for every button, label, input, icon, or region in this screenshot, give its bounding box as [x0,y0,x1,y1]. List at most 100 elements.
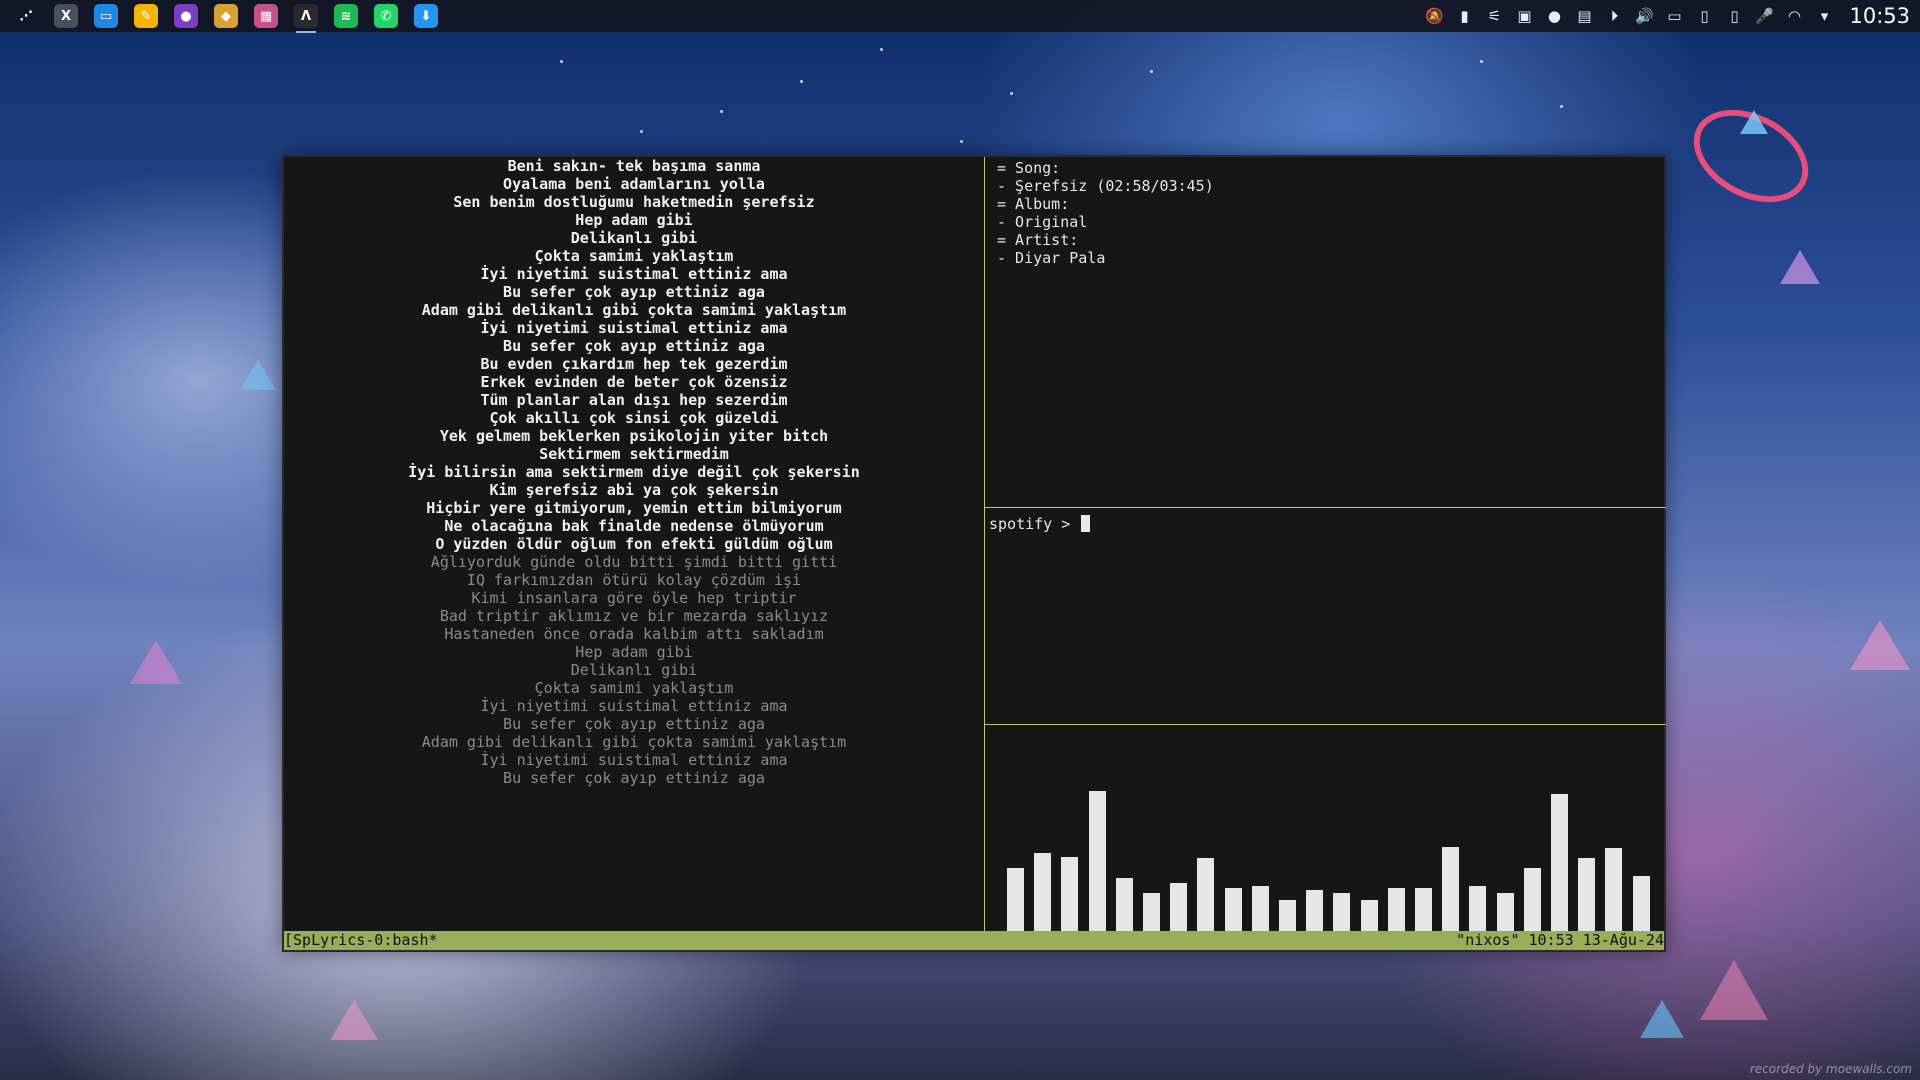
bluetooth-icon[interactable]: ⚟ [1484,6,1504,26]
tmux-status-bar: [SpLyrics-0:bash* "nixos" 10:53 13-Ağu-2… [284,931,1664,950]
media-play-icon[interactable]: ⏵ [1604,6,1624,26]
lyrics-pane[interactable]: Beni sakın- tek başıma sanma Oyalama beni… [284,157,984,931]
visualizer-bar [1088,791,1106,931]
artist-value: - Diyar Pala [997,249,1106,267]
spotify-prompt-pane[interactable]: spotify > [985,508,1666,724]
lyric-line: Sektirmem sektirmedim [539,445,729,463]
lyric-line: Delikanlı gibi [570,229,698,247]
song-title-value: - Şerefsiz (02:58/03:45) [997,177,1214,195]
visualizer-bar [1496,893,1514,931]
file-manager-icon[interactable]: ▭ [94,4,118,28]
visualizer-bar [1170,883,1188,931]
visualizer-bar [1034,853,1052,931]
visualizer-bar [1251,886,1269,931]
visualizer-bar [1197,858,1215,931]
lyric-line: Ağlıyorduk günde oldu bitti şimdi bitti … [430,553,838,571]
album-label: = Album: [997,195,1070,213]
lyric-line: İyi niyetimi suistimal ettiniz ama [480,265,788,283]
notes-icon[interactable]: ✎ [134,4,158,28]
visualizer-bar [1224,888,1242,931]
firefox-icon[interactable]: ● [174,4,198,28]
lyric-line: İyi niyetimi suistimal ettiniz ama [480,697,788,715]
lyric-line: Bad triptir aklımız ve bir mezarda saklı… [439,607,829,625]
terminal-window[interactable]: Beni sakın- tek başıma sanma Oyalama beni… [282,155,1666,952]
tmux-host-datetime: "nixos" 10:53 13-Ağu-24 [1456,931,1664,949]
spotify-prompt: spotify > [989,515,1080,533]
visualizer-bar [1143,893,1160,931]
lyric-line: Adam gibi delikanlı gibi çokta samimi ya… [421,301,847,319]
color-app-icon[interactable]: ▣ [1514,6,1534,26]
spotify-icon[interactable]: ≋ [334,4,358,28]
lyric-line: İyi niyetimi suistimal ettiniz ama [480,319,788,337]
lyric-line: Bu sefer çok ayıp ettiniz aga [503,769,765,787]
song-label: = Song: [997,159,1061,177]
lyric-line: Çokta samimi yaklaştım [534,679,734,697]
visualizer-bar [1279,900,1296,931]
lyric-line: Bu sefer çok ayıp ettiniz aga [503,337,765,355]
visualizer-bar [1333,893,1351,931]
lyric-line: O yüzden öldür oğlum fon efekti güldüm o… [435,535,833,553]
watermark: recorded by moewalls.com [1749,1062,1912,1076]
phone-connect-icon[interactable]: ▯ [1724,6,1744,26]
tmux-session-label[interactable]: [SpLyrics-0:bash* [284,931,438,950]
visualizer-bar [1306,890,1324,931]
terminal-icon[interactable]: Λ [294,4,318,33]
top-panel: ⋰ X ▭ ✎ ● ◆ ▦ Λ ≋ ✆ ⬇ 🔕 ▮ ⚟ ▣ ● ▤ ⏵ 🔊 ▭ ▯ ▯ 🎤 ◠ ▾ 10:53 [0,0,1920,33]
visualizer-bar [1605,848,1623,931]
song-info-pane[interactable]: = Song: - Şerefsiz (02:58/03:45) = Album… [985,157,1666,507]
chevron-down-icon[interactable]: ▾ [1814,6,1834,26]
app-menu-icon[interactable]: ⋰ [14,4,38,28]
whatsapp-tray-icon[interactable]: ● [1544,6,1564,26]
lyric-line: Ne olacağına bak finalde nedense ölmüyor… [444,517,824,535]
whatsapp-icon[interactable]: ✆ [374,4,398,28]
visualizer-bar [1360,900,1378,931]
visualizer-bar [1523,868,1541,931]
visualizer-bar [1415,888,1432,931]
visualizer-bar [1061,857,1079,931]
lyric-line: Hastaneden önce orada kalbim attı saklad… [444,625,824,643]
lyric-line: Beni sakın- tek başıma sanma [507,157,761,175]
visualizer-bar [1387,888,1405,931]
clock[interactable]: 10:53 [1849,4,1910,28]
lyric-line: Delikanlı gibi [570,661,698,679]
usb-icon[interactable]: ▯ [1694,6,1714,26]
terminal-cursor[interactable] [1081,515,1091,532]
visualizer-bar [1632,876,1650,931]
microphone-icon[interactable]: 🎤 [1754,6,1774,26]
bottle-icon[interactable]: ◆ [214,4,238,28]
album-value: - Original [997,213,1088,231]
lyric-line: Kimi insanlara göre öyle hep triptir [471,589,797,607]
lyric-line: Bu sefer çok ayıp ettiniz aga [503,715,765,733]
lyric-line: İyi niyetimi suistimal ettiniz ama [480,751,788,769]
lyric-line: Bu evden çıkardım hep tek gezerdim [480,355,788,373]
volume-icon[interactable]: 🔊 [1634,6,1654,26]
lyric-line: Kim şerefsiz abi ya çok şekersin [489,481,779,499]
artist-label: = Artist: [997,231,1079,249]
lyric-line: Yek gelmem beklerken psikolojin yiter bi… [439,427,829,445]
bell-off-icon[interactable]: 🔕 [1424,6,1444,26]
visualizer-bar [1442,847,1460,931]
wifi-icon[interactable]: ◠ [1784,6,1804,26]
audio-visualizer-pane [985,725,1666,931]
app-launcher-bar: ⋰ X ▭ ✎ ● ◆ ▦ Λ ≋ ✆ ⬇ [0,0,446,33]
visualizer-bar [1551,794,1568,931]
lyric-line: Çok akıllı çok sinsi çok güzeldi [489,409,779,427]
battery-icon[interactable]: ▭ [1664,6,1684,26]
palette-icon[interactable]: ▦ [254,4,278,28]
lyric-line: Sen benim dostluğumu haketmedin şerefsiz [453,193,815,211]
store-icon[interactable]: ⬇ [414,4,438,28]
lyric-line: Erkek evinden de beter çok özensiz [480,373,788,391]
x-app-icon[interactable]: X [54,4,78,28]
visualizer-bar [1007,868,1024,931]
battery-status-icon[interactable]: ▮ [1454,6,1474,26]
lyric-line: Bu sefer çok ayıp ettiniz aga [503,283,765,301]
visualizer-bar [1115,878,1133,931]
system-tray: 🔕 ▮ ⚟ ▣ ● ▤ ⏵ 🔊 ▭ ▯ ▯ 🎤 ◠ ▾ 10:53 [1419,0,1920,32]
visualizer-bar [1469,886,1487,931]
lyric-line: Çokta samimi yaklaştım [534,247,734,265]
lyric-line: IQ farkımızdan ötürü kolay çözdüm işi [466,571,802,589]
lyric-line: Hep adam gibi [575,643,693,661]
clipboard-icon[interactable]: ▤ [1574,6,1594,26]
lyric-line: Oyalama beni adamlarını yolla [503,175,765,193]
lyric-line: İyi bilirsin ama sektirmem diye değil ço… [408,463,860,481]
